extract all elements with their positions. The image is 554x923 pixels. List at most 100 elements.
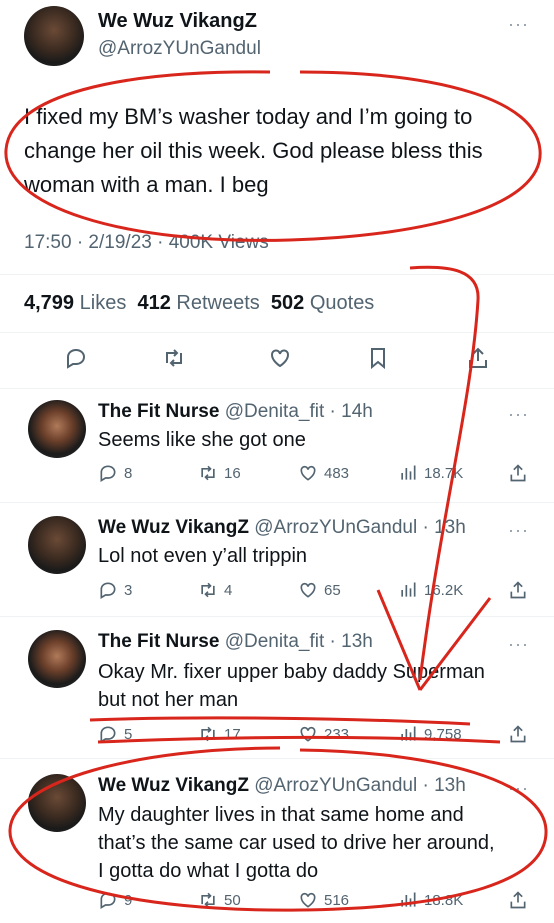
reply-text-line: My daughter lives in that same home and	[98, 804, 464, 826]
tweet-meta: 17:50 · 2/19/23 · 400K Views	[24, 232, 269, 253]
bookmark-icon	[371, 348, 385, 370]
retweet-icon	[201, 892, 215, 908]
views-count: 18.7K	[424, 464, 464, 482]
reply-text-line: Seems like she got one	[98, 429, 306, 451]
views-button[interactable]: 16.2K	[398, 580, 463, 600]
reply-count: 8	[124, 464, 133, 482]
reply-text-line: that’s the same car used to drive her ar…	[98, 832, 495, 854]
reply-count: 9	[124, 891, 133, 909]
divider	[0, 332, 554, 333]
avatar[interactable]	[28, 516, 86, 574]
reply-icon	[100, 582, 116, 599]
retweet-button[interactable]	[162, 346, 186, 375]
like-button[interactable]: 516	[298, 890, 349, 910]
share-button[interactable]	[508, 890, 528, 910]
share-icon	[510, 725, 526, 743]
share-button[interactable]	[508, 580, 528, 600]
likes-label[interactable]: Likes	[80, 292, 127, 314]
reply-time[interactable]: · 13h	[422, 517, 465, 538]
reply-author-handle[interactable]: @Denita_fit	[225, 631, 325, 652]
share-icon	[510, 891, 526, 909]
retweet-button[interactable]: 50	[198, 890, 241, 910]
more-icon[interactable]: ···	[508, 404, 529, 425]
share-icon	[510, 581, 526, 599]
reply-author-name[interactable]: We Wuz VikangZ	[98, 775, 249, 796]
views-button[interactable]: 9,758	[398, 724, 462, 744]
author-name[interactable]: We Wuz VikangZ	[98, 10, 257, 33]
avatar[interactable]	[28, 774, 86, 832]
more-icon[interactable]: ···	[508, 634, 529, 655]
views-button[interactable]: 18.8K	[398, 890, 463, 910]
retweet-count: 50	[224, 891, 241, 909]
more-icon[interactable]: ···	[508, 520, 529, 541]
retweet-button[interactable]: 16	[198, 463, 241, 483]
like-button[interactable]	[268, 346, 292, 375]
like-button[interactable]: 483	[298, 463, 349, 483]
share-button[interactable]	[466, 346, 490, 375]
reply-header: We Wuz VikangZ @ArrozYUnGandul · 13h	[98, 775, 466, 797]
quotes-label[interactable]: Quotes	[310, 292, 374, 314]
reply-text: Seems like she got one	[98, 426, 306, 454]
tweet-text-line: I fixed my BM’s washer today and I’m goi…	[24, 104, 473, 129]
quotes-count[interactable]: 502	[271, 292, 304, 314]
share-icon	[469, 347, 487, 368]
like-icon	[271, 349, 289, 368]
reply-icon	[100, 465, 116, 482]
reply-button[interactable]: 3	[98, 580, 132, 600]
bookmark-button[interactable]	[366, 346, 390, 375]
reply-button[interactable]	[64, 346, 88, 375]
reply-text: Lol not even y’all trippin	[98, 542, 307, 570]
avatar[interactable]	[24, 6, 84, 66]
reply-author-name[interactable]: We Wuz VikangZ	[98, 517, 249, 538]
views-count: 9,758	[424, 725, 462, 743]
reply-author-handle[interactable]: @Denita_fit	[225, 401, 325, 422]
reply-author-handle[interactable]: @ArrozYUnGandul	[254, 517, 417, 538]
views-icon	[401, 465, 416, 480]
retweet-count: 4	[224, 581, 233, 599]
reply-text: My daughter lives in that same home and …	[98, 801, 495, 885]
retweets-label[interactable]: Retweets	[176, 292, 259, 314]
author-handle[interactable]: @ArrozYUnGandul	[98, 38, 261, 60]
reply-text-line: but not her man	[98, 689, 239, 711]
likes-count[interactable]: 4,799	[24, 292, 74, 314]
reply-time[interactable]: · 13h	[422, 775, 465, 796]
retweet-icon	[201, 582, 215, 598]
divider	[0, 616, 554, 617]
divider	[0, 388, 554, 389]
retweet-count: 17	[224, 725, 241, 743]
retweet-button[interactable]: 4	[198, 580, 232, 600]
views-icon	[401, 582, 416, 597]
more-icon[interactable]: ···	[508, 778, 529, 799]
share-icon	[510, 464, 526, 482]
share-button[interactable]	[508, 463, 528, 483]
like-button[interactable]: 233	[298, 724, 349, 744]
avatar[interactable]	[28, 630, 86, 688]
retweet-button[interactable]: 17	[198, 724, 241, 744]
reply-time[interactable]: · 14h	[330, 401, 373, 422]
views-button[interactable]: 18.7K	[398, 463, 463, 483]
retweet-count: 16	[224, 464, 241, 482]
reply-text: Okay Mr. fixer upper baby daddy Superman…	[98, 658, 485, 714]
divider	[0, 274, 554, 275]
reply-button[interactable]: 5	[98, 724, 132, 744]
views-count: 18.8K	[424, 891, 464, 909]
views-icon	[401, 892, 416, 907]
reply-time[interactable]: · 13h	[330, 631, 373, 652]
reply-icon	[67, 348, 86, 369]
retweets-count[interactable]: 412	[137, 292, 170, 314]
reply-button[interactable]: 9	[98, 890, 132, 910]
reply-header: We Wuz VikangZ @ArrozYUnGandul · 13h	[98, 517, 466, 539]
tweet-text: I fixed my BM’s washer today and I’m goi…	[24, 100, 483, 202]
tweet-text-line: woman with a man. I beg	[24, 172, 269, 197]
divider	[0, 502, 554, 503]
more-icon[interactable]: ···	[508, 14, 529, 35]
reply-author-handle[interactable]: @ArrozYUnGandul	[254, 775, 417, 796]
reply-author-name[interactable]: The Fit Nurse	[98, 631, 219, 652]
reply-author-name[interactable]: The Fit Nurse	[98, 401, 219, 422]
like-button[interactable]: 65	[298, 580, 341, 600]
share-button[interactable]	[508, 724, 528, 744]
like-icon	[300, 582, 316, 598]
avatar[interactable]	[28, 400, 86, 458]
tweet-text-line: change her oil this week. God please ble…	[24, 138, 483, 163]
reply-button[interactable]: 8	[98, 463, 132, 483]
